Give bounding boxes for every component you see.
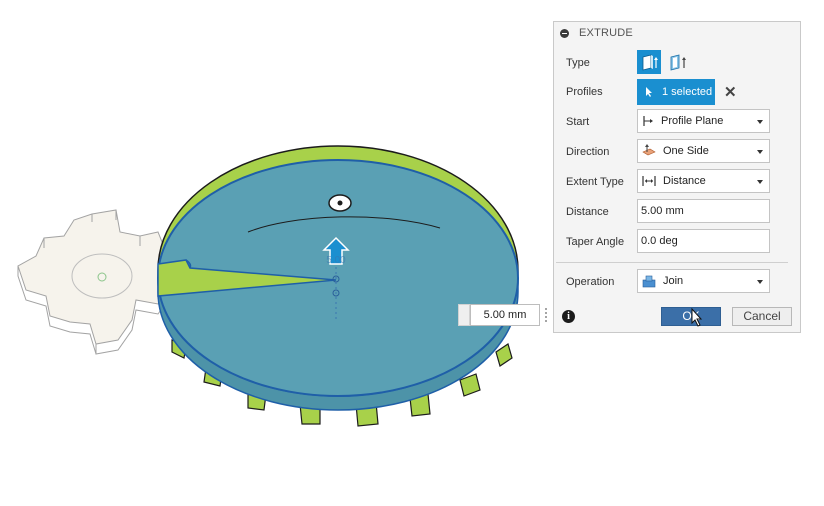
- operation-label: Operation: [566, 276, 615, 288]
- profiles-label: Profiles: [566, 86, 603, 98]
- operation-row: Operation Join: [554, 269, 800, 295]
- extent-type-label: Extent Type: [566, 176, 624, 188]
- type-row: Type: [554, 50, 800, 76]
- extent-type-value: Distance: [663, 175, 706, 187]
- thin-extrude-icon: [670, 54, 686, 71]
- callout-drag-handle[interactable]: [458, 304, 470, 326]
- small-gear[interactable]: [17, 209, 169, 355]
- type-label: Type: [566, 57, 590, 69]
- distance-input[interactable]: 5.00 mm: [637, 199, 770, 223]
- start-value: Profile Plane: [661, 115, 724, 127]
- operation-value: Join: [663, 275, 684, 287]
- distance-row: Distance 5.00 mm: [554, 199, 800, 225]
- mouse-pointer-icon: [691, 308, 703, 327]
- drag-dots-icon[interactable]: [544, 307, 548, 323]
- solid-extrude-icon: [642, 54, 658, 71]
- taper-angle-label: Taper Angle: [566, 236, 625, 248]
- chevron-down-icon: [757, 150, 763, 154]
- profiles-select-button[interactable]: 1 selected: [637, 79, 715, 105]
- profile-plane-icon: [643, 116, 653, 126]
- type-solid-button[interactable]: [637, 50, 661, 74]
- profiles-row: Profiles 1 selected ✕: [554, 79, 800, 105]
- clear-selection-icon[interactable]: ✕: [724, 83, 737, 101]
- direction-label: Direction: [566, 146, 610, 158]
- distance-callout[interactable]: 5.00 mm: [458, 304, 554, 326]
- distance-label: Distance: [566, 206, 609, 218]
- start-label: Start: [566, 116, 590, 128]
- start-dropdown[interactable]: Profile Plane: [637, 109, 770, 133]
- cursor-arrow-icon: [646, 87, 652, 97]
- dialog-header[interactable]: EXTRUDE: [554, 22, 800, 44]
- taper-angle-input[interactable]: 0.0 deg: [637, 229, 770, 253]
- distance-callout-input[interactable]: 5.00 mm: [470, 304, 540, 326]
- extent-type-dropdown[interactable]: Distance: [637, 169, 770, 193]
- info-icon[interactable]: i: [562, 310, 575, 323]
- extrude-dialog: EXTRUDE Type Profiles 1 selected ✕ Start…: [553, 21, 801, 333]
- collapse-icon[interactable]: [560, 28, 569, 38]
- type-thin-button[interactable]: [665, 50, 689, 74]
- operation-dropdown[interactable]: Join: [637, 269, 770, 293]
- divider: [556, 262, 788, 263]
- direction-dropdown[interactable]: One Side: [637, 139, 770, 163]
- direction-row: Direction One Side: [554, 139, 800, 165]
- chevron-down-icon: [757, 120, 763, 124]
- direction-value: One Side: [663, 145, 709, 157]
- rotation-handle[interactable]: [328, 194, 352, 212]
- profiles-value: 1 selected: [662, 86, 713, 98]
- one-side-icon: [642, 144, 656, 156]
- dialog-title: EXTRUDE: [579, 27, 633, 39]
- join-icon: [642, 275, 656, 288]
- chevron-down-icon: [757, 280, 763, 284]
- distance-extent-icon: [642, 176, 656, 186]
- cancel-button[interactable]: Cancel: [732, 307, 792, 326]
- chevron-down-icon: [757, 180, 763, 184]
- start-row: Start Profile Plane: [554, 109, 800, 135]
- taper-angle-row: Taper Angle 0.0 deg: [554, 229, 800, 255]
- manipulator-value: 5.00: [326, 255, 346, 266]
- extent-type-row: Extent Type Distance: [554, 169, 800, 195]
